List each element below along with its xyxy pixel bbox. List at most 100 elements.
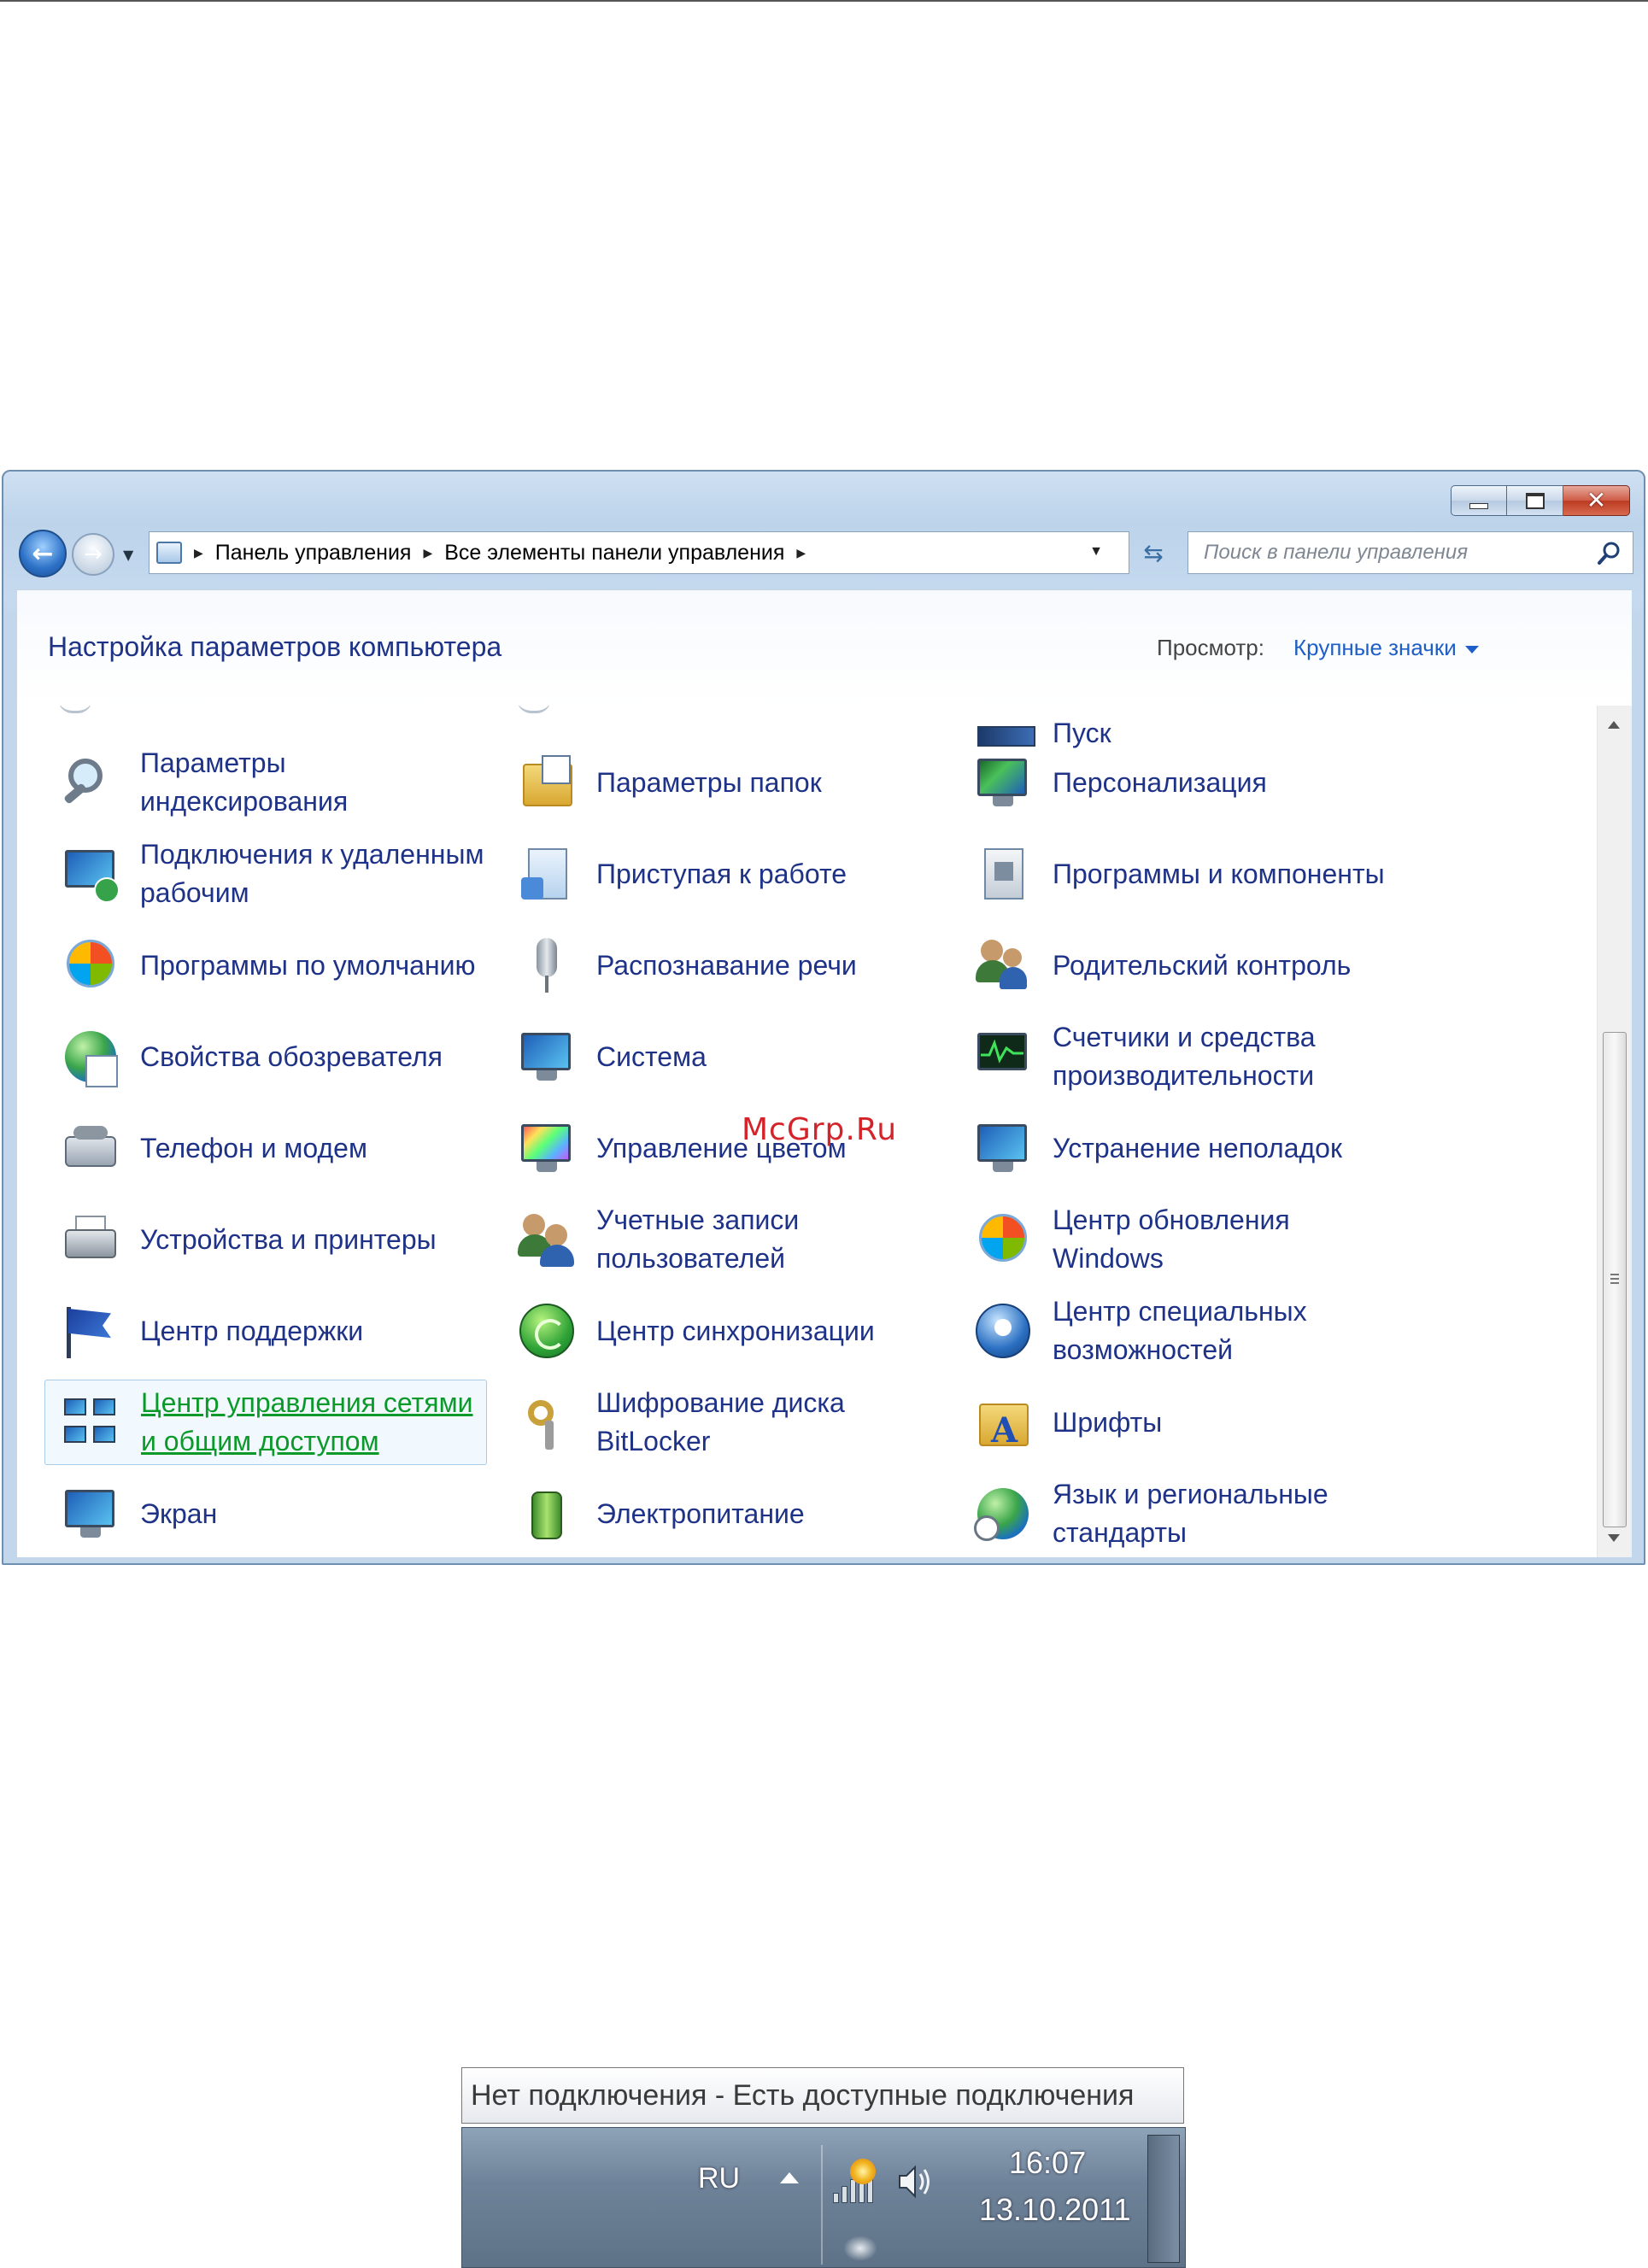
parental-controls-icon	[972, 935, 1034, 996]
show-hidden-icons-icon[interactable]	[780, 2172, 799, 2183]
close-icon: ✕	[1586, 486, 1607, 514]
item-label: Программы и компоненты	[1053, 858, 1385, 889]
page-top-rule	[0, 0, 1648, 2]
item-label: Центр обновления Windows	[1053, 1204, 1290, 1274]
language-indicator[interactable]: RU	[698, 2162, 740, 2195]
recent-pages-dropdown[interactable]: ▼	[123, 547, 133, 563]
item-label: Центр поддержки	[140, 1315, 364, 1346]
item-label: Подключения к удаленным рабочим	[140, 839, 484, 908]
network-center-icon	[61, 1392, 122, 1453]
action-center-flag-icon	[60, 1300, 121, 1362]
item-parental-controls[interactable]: Родительский контроль	[957, 923, 1401, 1008]
item-windows-update[interactable]: Центр обновления Windows	[957, 1197, 1401, 1282]
item-region-language[interactable]: Язык и региональные стандарты	[957, 1471, 1401, 1556]
item-label: Язык и региональные стандарты	[1053, 1479, 1328, 1548]
show-desktop-button[interactable]	[1147, 2135, 1180, 2263]
clock-time[interactable]: 16:07	[1009, 2145, 1086, 2181]
taskbar-crop: Нет подключения - Есть доступные подключ…	[461, 2067, 1186, 2268]
forward-button[interactable]: →	[72, 533, 114, 576]
item-remote-desktop[interactable]: Подключения к удаленным рабочим	[44, 831, 489, 917]
personalization-icon	[972, 752, 1034, 813]
minimize-button[interactable]	[1451, 485, 1507, 516]
maximize-button[interactable]	[1507, 485, 1563, 516]
breadcrumb-separator-icon[interactable]: ▶	[796, 546, 806, 560]
indexing-icon	[60, 752, 121, 813]
item-label: Устройства и принтеры	[140, 1223, 437, 1255]
vertical-scrollbar[interactable]	[1597, 706, 1632, 1557]
refresh-button[interactable]: ⇆	[1135, 533, 1171, 572]
item-getting-started[interactable]: Приступая к работе	[501, 831, 945, 917]
item-label: Учетные записи пользователей	[596, 1204, 800, 1274]
item-phone-modem[interactable]: Телефон и модем	[44, 1105, 489, 1191]
breadcrumb-control-panel[interactable]: Панель управления	[215, 541, 412, 566]
available-connections-star-icon	[850, 2159, 876, 2184]
breadcrumb-separator-icon[interactable]: ▶	[423, 546, 432, 560]
item-default-programs[interactable]: Программы по умолчанию	[44, 923, 489, 1008]
bitlocker-icon	[516, 1392, 578, 1453]
view-mode-value: Крупные значки	[1293, 635, 1457, 660]
item-label: Программы по умолчанию	[140, 949, 476, 981]
getting-started-icon	[516, 843, 578, 905]
display-icon	[60, 1483, 121, 1544]
forward-arrow-icon: →	[84, 542, 103, 567]
view-mode-dropdown[interactable]: Крупные значки	[1293, 635, 1479, 661]
search-icon[interactable]	[1595, 539, 1624, 568]
item-folder-options[interactable]: Параметры папок	[501, 740, 945, 825]
internet-options-icon	[60, 1026, 121, 1087]
item-bitlocker[interactable]: Шифрование диска BitLocker	[501, 1380, 945, 1465]
refresh-icon: ⇆	[1143, 538, 1164, 567]
speaker-icon[interactable]	[894, 2160, 937, 2203]
item-programs-features[interactable]: Программы и компоненты	[957, 831, 1401, 917]
scroll-down-icon[interactable]	[1608, 1534, 1620, 1542]
network-tooltip: Нет подключения - Есть доступные подключ…	[461, 2067, 1184, 2124]
item-label: Приступая к работе	[596, 858, 847, 889]
performance-icon	[972, 1026, 1034, 1087]
item-network-sharing-center[interactable]: Центр управления сетями и общим доступом	[44, 1380, 487, 1465]
close-button[interactable]: ✕	[1563, 485, 1630, 516]
minimize-icon	[1469, 502, 1488, 509]
item-fonts[interactable]: A Шрифты	[957, 1380, 1401, 1465]
item-performance[interactable]: Счетчики и средства производительности	[957, 1014, 1401, 1099]
item-system[interactable]: Система	[501, 1014, 945, 1099]
item-indexing-options[interactable]: Параметры индексирования	[44, 740, 489, 825]
microphone-icon	[516, 935, 578, 996]
breadcrumb-separator-icon[interactable]: ▶	[194, 546, 203, 560]
item-troubleshooting[interactable]: Устранение неполадок	[957, 1105, 1401, 1191]
tray-divider	[821, 2145, 823, 2265]
back-button[interactable]: ←	[19, 530, 67, 577]
maximize-icon	[1525, 492, 1545, 509]
item-action-center[interactable]: Центр поддержки	[44, 1288, 489, 1374]
item-speech-recognition[interactable]: Распознавание речи	[501, 923, 945, 1008]
scroll-up-icon[interactable]	[1608, 721, 1620, 729]
scroll-thumb[interactable]	[1603, 1032, 1627, 1527]
item-label: Электропитание	[596, 1497, 805, 1529]
address-bar[interactable]: ▶ Панель управления ▶ Все элементы панел…	[149, 531, 1129, 574]
item-personalization[interactable]: Персонализация	[957, 740, 1401, 825]
item-power-options[interactable]: Электропитание	[501, 1471, 945, 1556]
search-input[interactable]: Поиск в панели управления	[1188, 531, 1633, 574]
phone-modem-icon	[60, 1117, 121, 1179]
control-panel-window: ✕ ← → ▼ ▶ Панель управления ▶ Все элемен…	[2, 470, 1645, 1565]
power-options-icon	[516, 1483, 578, 1544]
search-placeholder: Поиск в панели управления	[1204, 541, 1469, 564]
item-label: Параметры папок	[596, 766, 822, 798]
item-label: Устранение неполадок	[1053, 1132, 1342, 1163]
ease-of-access-icon	[972, 1300, 1034, 1362]
item-ease-of-access[interactable]: Центр специальных возможностей	[957, 1288, 1401, 1374]
address-dropdown-icon[interactable]: ▼	[1089, 544, 1103, 560]
remote-desktop-icon	[60, 843, 121, 905]
chevron-down-icon	[1464, 645, 1479, 653]
item-internet-options[interactable]: Свойства обозревателя	[44, 1014, 489, 1099]
network-status-icon[interactable]	[831, 2157, 877, 2208]
item-devices-printers[interactable]: Устройства и принтеры	[44, 1197, 489, 1282]
caption-buttons: ✕	[1451, 485, 1630, 516]
item-display[interactable]: Экран	[44, 1471, 489, 1556]
item-label: Параметры индексирования	[140, 747, 349, 817]
breadcrumb-all-items[interactable]: Все элементы панели управления	[444, 541, 784, 566]
item-label: Родительский контроль	[1053, 949, 1352, 981]
item-label: Персонализация	[1053, 766, 1267, 798]
item-sync-center[interactable]: Центр синхронизации	[501, 1288, 945, 1374]
item-user-accounts[interactable]: Учетные записи пользователей	[501, 1197, 945, 1282]
clock-date[interactable]: 13.10.2011	[979, 2192, 1131, 2228]
partial-icon	[58, 706, 92, 713]
